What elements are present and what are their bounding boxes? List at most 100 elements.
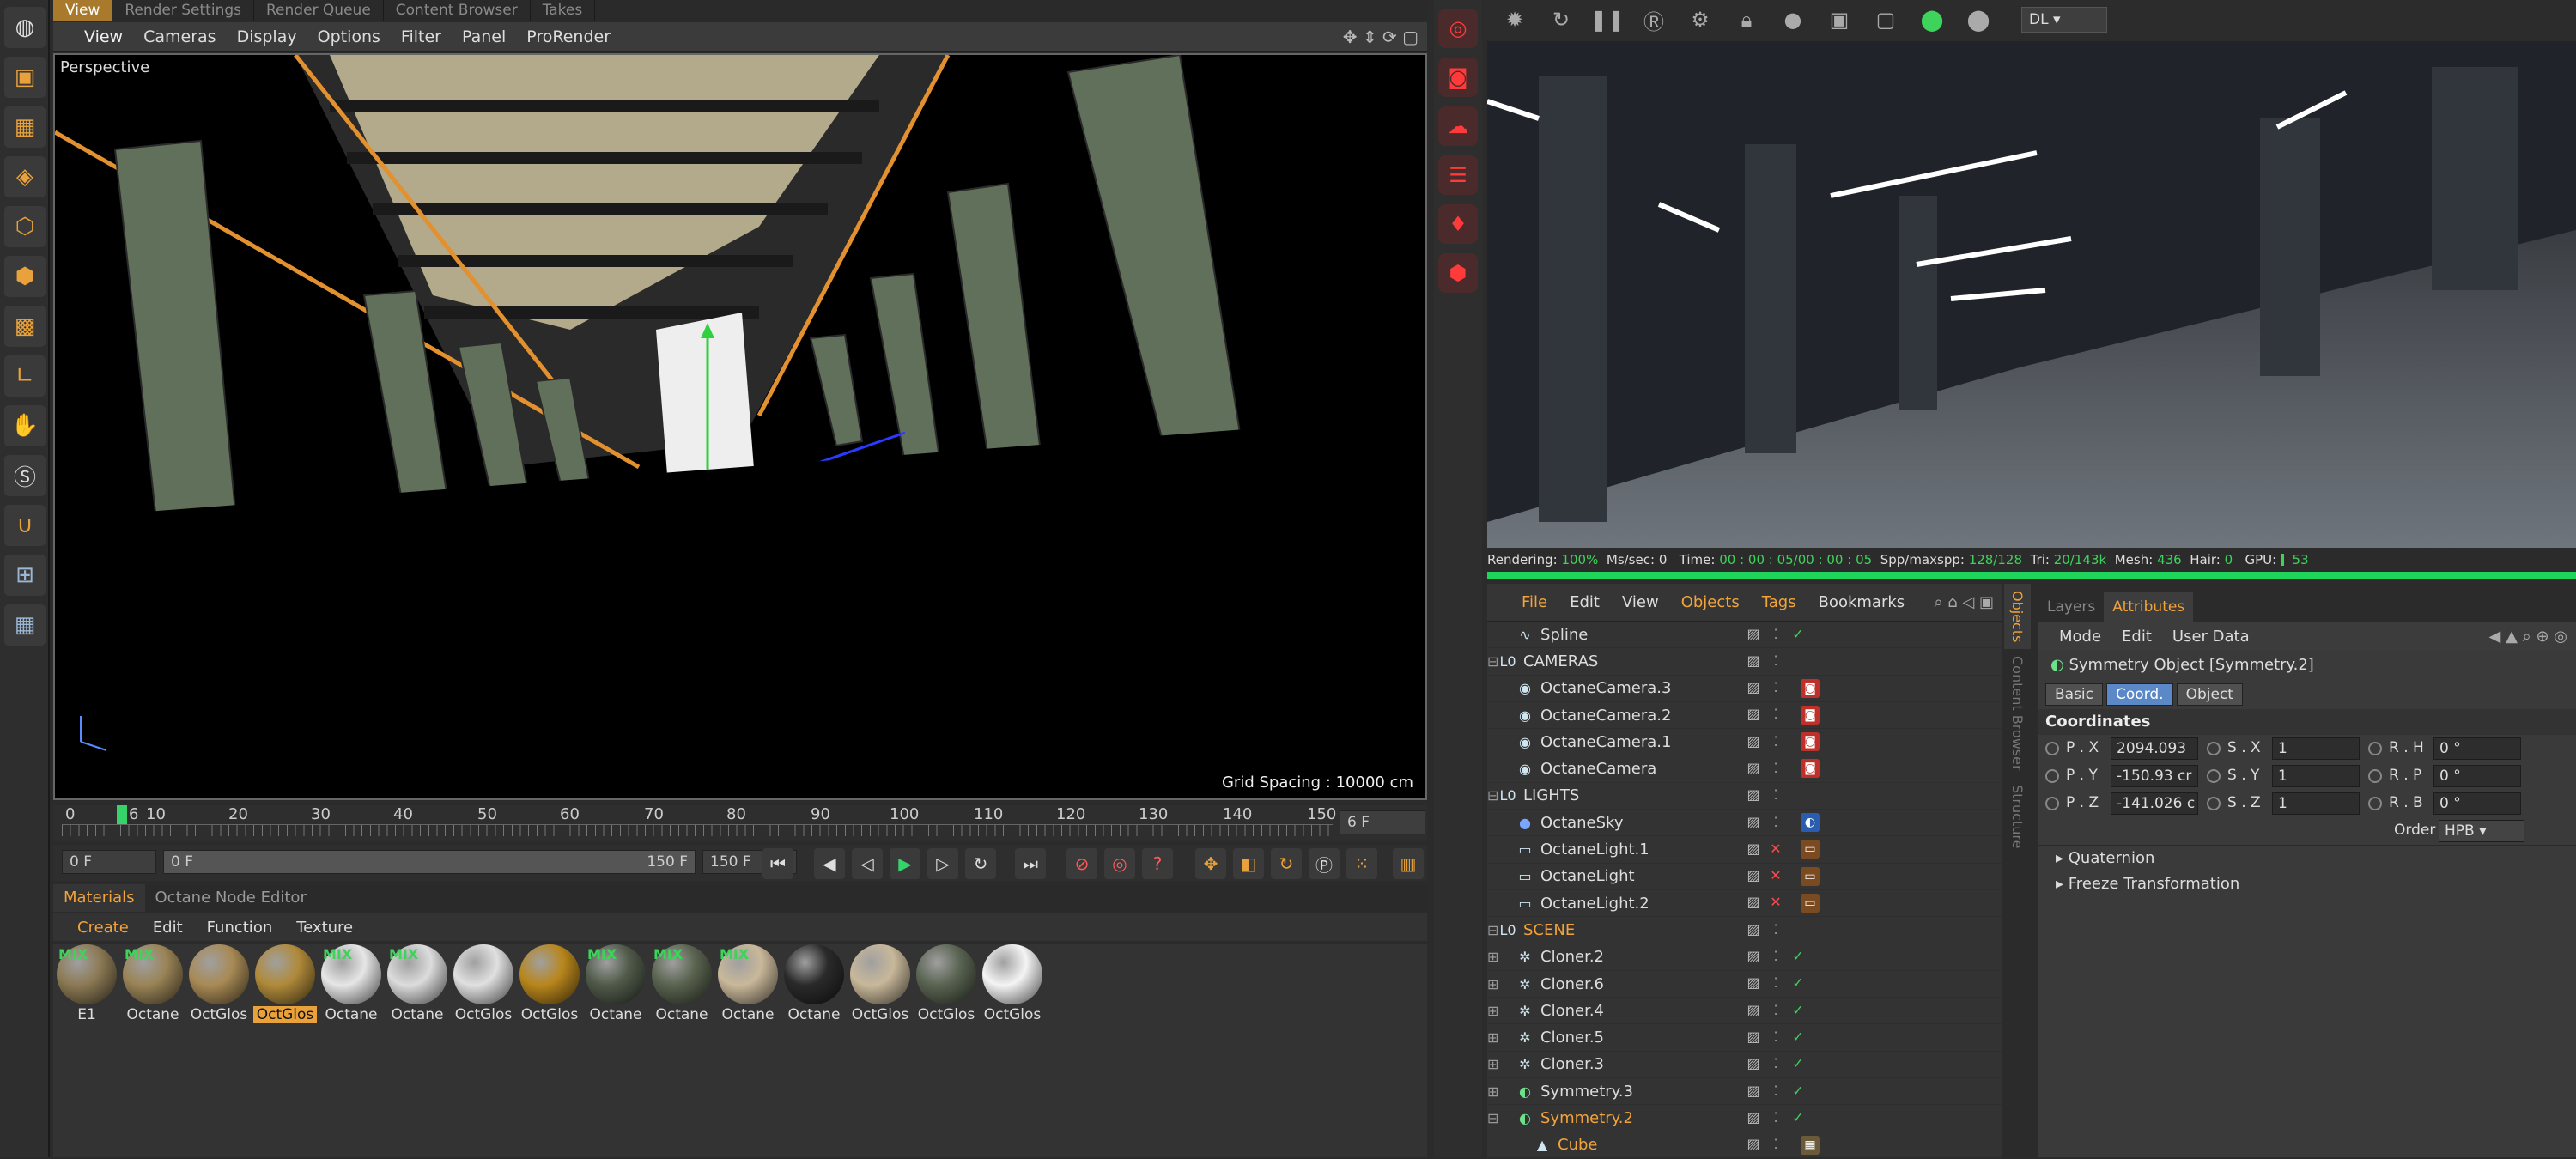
- menu-bookmarks[interactable]: Bookmarks: [1819, 593, 1905, 611]
- visibility-dots-icon[interactable]: ⁚: [1767, 1108, 1784, 1126]
- light-tag-icon[interactable]: ▭: [1801, 866, 1820, 886]
- expand-toggle[interactable]: ⊞: [1487, 1056, 1516, 1072]
- prev-key-icon[interactable]: ◀: [814, 848, 845, 879]
- coordinate-field[interactable]: 2094.093: [2111, 737, 2198, 760]
- tab-content-browser[interactable]: Content Browser: [384, 0, 531, 21]
- visibility-dots-icon[interactable]: ⁚: [1767, 920, 1784, 938]
- menu-cameras[interactable]: Cameras: [143, 27, 216, 46]
- menu-prorender[interactable]: ProRender: [526, 27, 611, 46]
- tab-materials[interactable]: Materials: [53, 884, 145, 912]
- menu-objects[interactable]: Objects: [1681, 593, 1740, 611]
- coordinate-field[interactable]: -150.93 cr: [2111, 765, 2198, 787]
- play-icon[interactable]: ▶: [890, 848, 920, 879]
- menu-create[interactable]: Create: [77, 919, 129, 937]
- focus-pick-icon[interactable]: ⬤: [1915, 3, 1949, 37]
- visibility-dots-icon[interactable]: ⁚: [1767, 1028, 1784, 1045]
- coordinate-field[interactable]: -141.026 c: [2111, 792, 2198, 815]
- visibility-dots-icon[interactable]: ⁚: [1767, 1055, 1784, 1072]
- object-row[interactable]: ◉ OctaneCamera ▨ ⁚ ◙: [1487, 755, 2002, 783]
- object-row[interactable]: ⊟ L0 LIGHTS ▨ ⁚: [1487, 783, 2002, 810]
- layer-icon[interactable]: ▨: [1745, 1028, 1762, 1045]
- layer-icon[interactable]: ▨: [1745, 948, 1762, 965]
- layer-icon[interactable]: ▨: [1745, 813, 1762, 830]
- visibility-dots-icon[interactable]: ⁚: [1767, 652, 1784, 669]
- pause-icon[interactable]: ❚❚: [1590, 3, 1625, 37]
- coordinate-field[interactable]: 0 °: [2433, 737, 2521, 760]
- object-row[interactable]: ∿ Spline ▨ ⁚ ✓: [1487, 622, 2002, 649]
- object-row[interactable]: ▭ OctaneLight ▨ ✕ ▭: [1487, 864, 2002, 890]
- coordinate-field[interactable]: 1: [2272, 792, 2360, 815]
- visibility-dots-icon[interactable]: ⁚: [1767, 706, 1784, 723]
- render-mode-select[interactable]: DL ▾: [2021, 7, 2107, 33]
- object-row[interactable]: ◉ OctaneCamera.2 ▨ ⁚ ◙: [1487, 702, 2002, 730]
- visibility-dots-icon[interactable]: ⁚: [1767, 974, 1784, 992]
- coordinate-field[interactable]: 0 °: [2433, 792, 2521, 815]
- visibility-dots-icon[interactable]: ⁚: [1767, 813, 1784, 830]
- snap-icon[interactable]: Ⓢ: [4, 455, 46, 496]
- object-row[interactable]: ● OctaneSky ▨ ⁚ ◐: [1487, 810, 2002, 837]
- animate-toggle[interactable]: [2368, 742, 2382, 755]
- goto-end-icon[interactable]: ⏭: [1015, 848, 1046, 879]
- pla-key-icon[interactable]: ⁙: [1346, 848, 1377, 879]
- object-row[interactable]: ⊞ ✲ Cloner.4 ▨ ⁚ ✓: [1487, 998, 2002, 1025]
- expand-toggle[interactable]: ⊟: [1487, 787, 1499, 804]
- visibility-dots-icon[interactable]: ⁚: [1767, 948, 1784, 965]
- tab-takes[interactable]: Takes: [531, 0, 596, 21]
- material-swatch[interactable]: OctGlos: [848, 944, 912, 1023]
- visibility-dots-icon[interactable]: ⁚: [1767, 1136, 1784, 1153]
- order-select[interactable]: HPB ▾: [2439, 820, 2524, 842]
- object-row[interactable]: ⊞ ✲ Cloner.3 ▨ ⁚ ✓: [1487, 1052, 2002, 1079]
- attribute-nav-icons[interactable]: ◀ ▲ ⌕ ⊕ ◎: [2489, 628, 2567, 646]
- lock-grid-icon[interactable]: ⊞: [4, 555, 46, 596]
- material-tag-icon[interactable]: ▦: [1801, 1135, 1820, 1155]
- tweak-icon[interactable]: ✋: [4, 405, 46, 446]
- animate-toggle[interactable]: [2207, 769, 2221, 783]
- layer-icon[interactable]: ▨: [1745, 1001, 1762, 1018]
- menu-filter[interactable]: Filter: [401, 27, 441, 46]
- points-mode-icon[interactable]: ⬡: [4, 206, 46, 247]
- material-swatch[interactable]: OctGlos: [187, 944, 251, 1023]
- animate-toggle[interactable]: [2368, 797, 2382, 810]
- visibility-dots-icon[interactable]: ⁚: [1767, 625, 1784, 642]
- octane-light-icon[interactable]: ♦: [1438, 204, 1478, 244]
- menu-mode[interactable]: Mode: [2059, 628, 2101, 646]
- expand-toggle[interactable]: ⊞: [1487, 1029, 1516, 1046]
- visibility-dots-icon[interactable]: ⁚: [1767, 786, 1784, 804]
- tab-octane-node-editor[interactable]: Octane Node Editor: [145, 884, 317, 912]
- menu-panel[interactable]: Panel: [462, 27, 506, 46]
- menu-options[interactable]: Options: [318, 27, 380, 46]
- gear-icon[interactable]: ⚙: [1683, 3, 1717, 37]
- object-manager-search-icon[interactable]: ⌕ ⌂ ◁ ▣: [1934, 593, 1994, 611]
- viewport-nav-icons[interactable]: ✥ ⇕ ⟳ ▢: [1343, 27, 1419, 47]
- layer-icon[interactable]: ▨: [1745, 625, 1762, 642]
- grid-icon[interactable]: ▦: [4, 604, 46, 646]
- material-swatch[interactable]: MIX Octane: [386, 944, 449, 1023]
- object-row[interactable]: ◉ OctaneCamera.1 ▨ ⁚ ◙: [1487, 729, 2002, 756]
- expand-toggle[interactable]: ⊟: [1487, 922, 1499, 938]
- material-swatch[interactable]: OctGlos: [981, 944, 1044, 1023]
- region-frame-icon[interactable]: ▢: [1868, 3, 1903, 37]
- settings-icon[interactable]: ✹: [1498, 3, 1532, 37]
- tab-layers[interactable]: Layers: [2038, 592, 2104, 622]
- camera-tag-icon[interactable]: ◙: [1801, 705, 1820, 725]
- camera-tag-icon[interactable]: ◙: [1801, 759, 1820, 779]
- lock-icon[interactable]: 🔒︎: [1729, 3, 1764, 37]
- workplane-icon[interactable]: ◈: [4, 156, 46, 197]
- animate-toggle[interactable]: [2368, 769, 2382, 783]
- range-slider[interactable]: 0 F 150 F: [163, 850, 696, 874]
- object-row[interactable]: ⊞ ✲ Cloner.6 ▨ ⁚ ✓: [1487, 971, 2002, 998]
- animate-toggle[interactable]: [2045, 742, 2059, 755]
- menu-edit[interactable]: Edit: [1570, 593, 1600, 611]
- enabled-check-icon[interactable]: ✓: [1789, 948, 1807, 965]
- object-row[interactable]: ⊟ L0 CAMERAS ▨ ⁚: [1487, 648, 2002, 676]
- layer-icon[interactable]: ▨: [1745, 1055, 1762, 1072]
- cinema4d-logo[interactable]: ◍: [4, 7, 46, 48]
- visibility-dots-icon[interactable]: ⁚: [1767, 1001, 1784, 1018]
- layer-icon[interactable]: ▨: [1745, 786, 1762, 804]
- light-tag-icon[interactable]: ▭: [1801, 893, 1820, 913]
- menu-function[interactable]: Function: [207, 919, 273, 937]
- autokey-icon[interactable]: ◎: [1104, 848, 1135, 879]
- octane-camera-icon[interactable]: ◙: [1438, 58, 1478, 97]
- enabled-check-icon[interactable]: ✓: [1789, 1001, 1807, 1018]
- object-row[interactable]: ⊟ L0 SCENE ▨ ⁚: [1487, 917, 2002, 944]
